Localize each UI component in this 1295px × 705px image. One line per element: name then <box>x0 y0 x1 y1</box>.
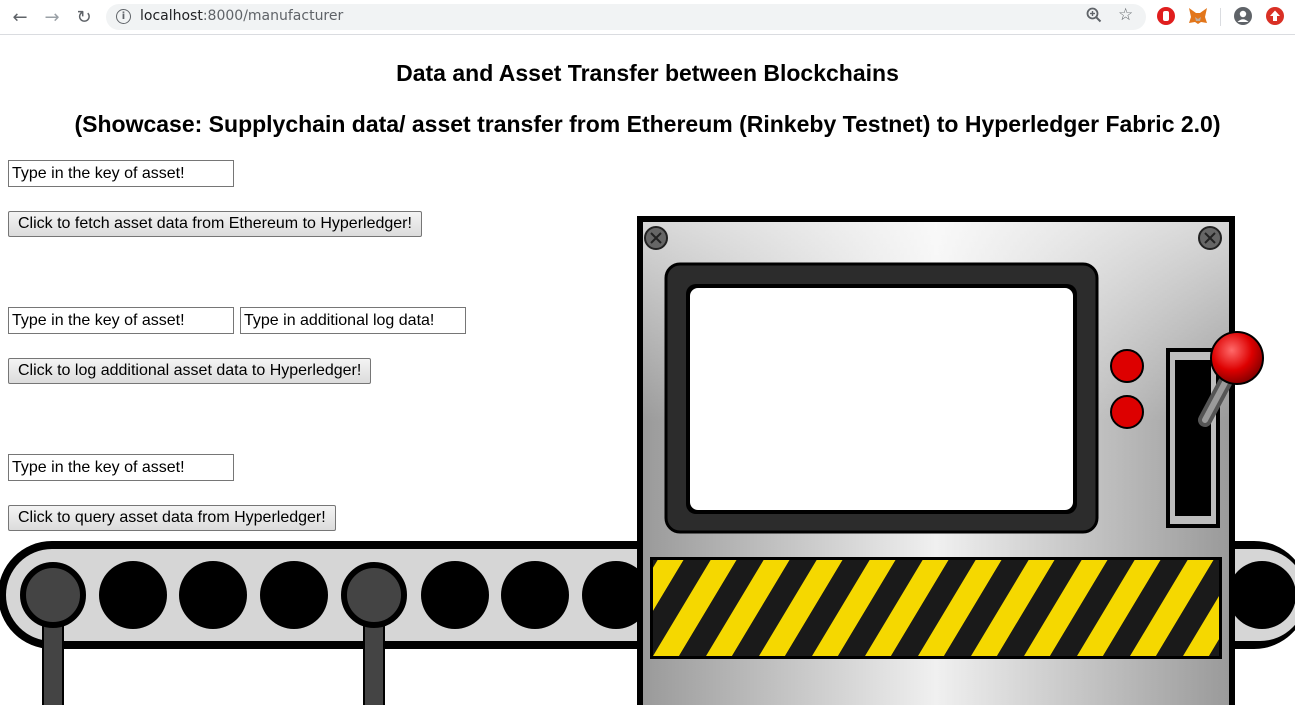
page-subtitle: (Showcase: Supplychain data/ asset trans… <box>74 111 1221 137</box>
profile-icon[interactable] <box>1234 7 1252 25</box>
screw-icon <box>1198 226 1222 250</box>
conveyor-roller <box>1228 561 1295 629</box>
address-bar[interactable]: i localhost:8000/manufacturer ☆ <box>106 4 1146 30</box>
reload-icon: ↻ <box>76 6 92 28</box>
conveyor-roller <box>99 561 167 629</box>
forward-button[interactable]: → <box>38 4 66 30</box>
lever-icon <box>1166 331 1264 528</box>
info-icon[interactable]: i <box>116 9 131 24</box>
back-button[interactable]: ← <box>6 4 34 30</box>
extension-icon[interactable] <box>1157 7 1175 25</box>
conveyor-roller <box>179 561 247 629</box>
red-button-icon <box>1110 349 1144 383</box>
factory-illustration <box>0 216 1295 705</box>
reload-button[interactable]: ↻ <box>70 4 98 30</box>
toolbar-divider <box>1220 8 1221 26</box>
metamask-icon[interactable] <box>1188 7 1207 25</box>
browser-toolbar: ← → ↻ i localhost:8000/manufacturer ☆ <box>0 0 1295 35</box>
forward-arrow-icon: → <box>44 6 60 28</box>
machine-screen <box>664 262 1099 534</box>
conveyor-roller <box>421 561 489 629</box>
back-arrow-icon: ← <box>12 6 28 28</box>
screw-icon <box>644 226 668 250</box>
conveyor-roller <box>260 561 328 629</box>
red-button-icon <box>1110 395 1144 429</box>
fetch-asset-key-input[interactable] <box>8 160 234 187</box>
url-text[interactable]: localhost:8000/manufacturer <box>140 8 343 24</box>
machine <box>637 216 1264 705</box>
update-icon[interactable] <box>1266 7 1284 25</box>
page-title: Data and Asset Transfer between Blockcha… <box>396 60 899 86</box>
hazard-stripes <box>650 557 1222 659</box>
zoom-icon[interactable] <box>1086 7 1102 27</box>
conveyor-roller <box>20 562 86 628</box>
conveyor-roller <box>341 562 407 628</box>
conveyor-roller <box>501 561 569 629</box>
star-icon[interactable]: ☆ <box>1118 5 1133 25</box>
